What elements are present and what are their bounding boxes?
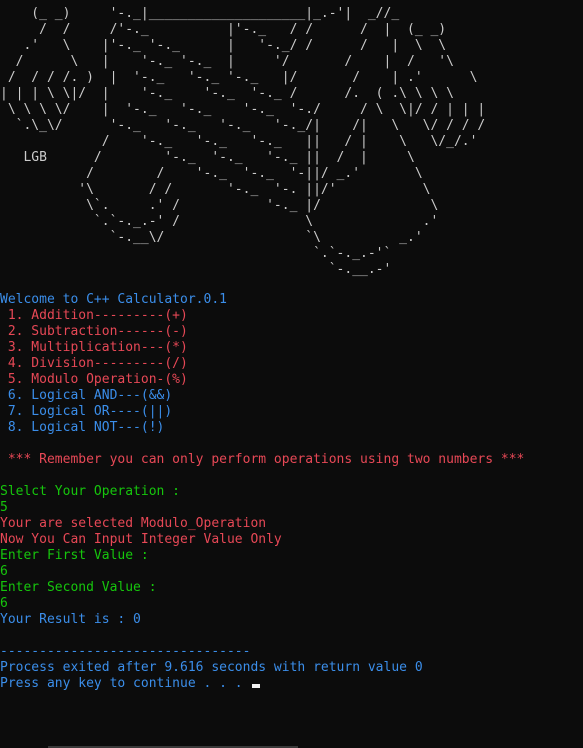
first-value-prompt: Enter First Value : [0, 548, 149, 563]
operation-menu: 1. Addition---------(+) 2. Subtraction--… [0, 308, 583, 436]
menu-item: 7. Logical OR----(||) [0, 404, 173, 419]
continue-prompt[interactable]: Press any key to continue . . . [0, 676, 583, 692]
ascii-art-scales: (_ _) '-._|____________________|_.-'| _/… [0, 6, 486, 277]
select-prompt: Slelct Your Operation : [0, 484, 181, 499]
welcome-line: Welcome to C++ Calculator.0.1 [0, 292, 227, 307]
console-window[interactable]: (_ _) '-._|____________________|_.-'| _/… [0, 0, 583, 748]
notice-line: *** Remember you can only perform operat… [0, 452, 525, 467]
menu-item: 1. Addition---------(+) [0, 308, 188, 323]
menu-item: 3. Multiplication---(*) [0, 340, 188, 355]
console-output: Welcome to C++ Calculator.0.1 1. Additio… [0, 292, 583, 692]
first-value-input: 6 [0, 564, 8, 579]
menu-item: 5. Modulo Operation-(%) [0, 372, 188, 387]
integer-message: Now You Can Input Integer Value Only [0, 532, 282, 547]
second-value-input: 6 [0, 596, 8, 611]
text-cursor [252, 684, 261, 688]
selected-message: Your are selected Modulo_Operation [0, 516, 267, 531]
menu-item: 6. Logical AND---(&&) [0, 388, 173, 403]
menu-item: 4. Division---------(/) [0, 356, 188, 371]
exit-message: Process exited after 9.616 seconds with … [0, 660, 423, 675]
menu-item: 8. Logical NOT---(!) [0, 420, 165, 435]
continue-text: Press any key to continue . . . [0, 676, 251, 691]
menu-item: 2. Subtraction------(-) [0, 324, 188, 339]
separator-line: -------------------------------- [0, 644, 251, 659]
second-value-prompt: Enter Second Value : [0, 580, 157, 595]
result-line: Your Result is : 0 [0, 612, 141, 627]
select-value: 5 [0, 500, 8, 515]
